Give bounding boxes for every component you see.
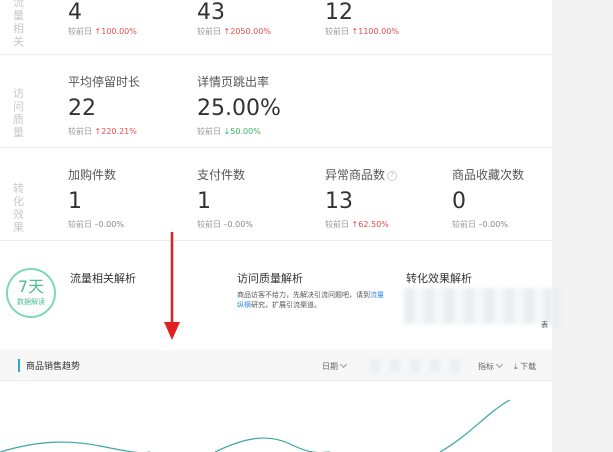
row-label-quality: 访问质量	[13, 87, 25, 139]
quality-row: 访问质量 平均停留时长 22 较前日 ↑220.21% 详情页跳出率 25.00…	[0, 55, 552, 148]
traffic-row: 流量相关 4 较前日 ↑100.00% 43 较前日 ↑2050.00% 12 …	[0, 0, 552, 55]
row-label-conversion: 转化效果	[13, 182, 25, 234]
sales-trend-panel: 商品销售趋势 日期 指标 ⤓ 下载	[0, 350, 552, 452]
metric-title: 详情页跳出率	[197, 75, 270, 89]
metric-value: 22	[68, 96, 96, 121]
metric-value: 1	[197, 189, 211, 214]
trend-header: 商品销售趋势 日期 指标 ⤓ 下载	[0, 350, 552, 381]
quality-analysis-title: 访问质量解析	[237, 272, 303, 285]
conversion-row: 转化效果 加购件数 1 较前日 –0.00% 支付件数 1 较前日 –0.00%…	[0, 148, 552, 241]
metric-avg-stay: 平均停留时长 22 较前日 ↑220.21%	[68, 73, 188, 137]
metric-cart-items: 加购件数 1 较前日 –0.00%	[68, 166, 188, 230]
metric-traffic-2: 43 较前日 ↑2050.00%	[197, 0, 317, 37]
blurred-edge	[552, 288, 560, 328]
metric-title: 平均停留时长	[68, 75, 141, 89]
red-arrow-annotation	[164, 232, 180, 340]
metric-traffic-3: 12 较前日 ↑1100.00%	[325, 0, 445, 37]
download-icon: ⤓	[514, 362, 518, 371]
seven-day-badge[interactable]: 7天 数据解读	[6, 268, 56, 318]
metric-abnormal-products: 异常商品数? 13 较前日 ↑62.50%	[325, 166, 445, 230]
date-selector[interactable]: 日期	[322, 360, 348, 372]
help-icon[interactable]: ?	[387, 171, 398, 181]
traffic-analysis-title: 流量相关解析	[70, 272, 136, 285]
metric-value: 4	[68, 0, 82, 25]
conversion-analysis-title: 转化效果解析	[406, 272, 472, 285]
sales-trend-chart	[0, 399, 511, 452]
edge-text: 表	[541, 321, 548, 329]
metric-compare: 较前日 ↑220.21%	[68, 127, 137, 136]
metric-compare: 较前日 ↑62.50%	[325, 220, 389, 229]
metric-bounce-rate: 详情页跳出率 25.00% 较前日 ↓50.00%	[197, 73, 317, 137]
metric-compare: 较前日 –0.00%	[68, 220, 124, 229]
quality-analysis-text: 商品访客不给力，先解决引流问题吧，请到流量纵横研究，扩展引流渠道。	[237, 291, 384, 309]
blurred-content	[404, 288, 552, 324]
metric-value: 1	[68, 189, 82, 214]
badge-caption: 数据解读	[17, 298, 45, 306]
trend-line	[0, 399, 511, 452]
product-analysis-page: 流量相关 4 较前日 ↑100.00% 43 较前日 ↑2050.00% 12 …	[0, 0, 613, 452]
metric-selector[interactable]: 指标	[478, 360, 504, 372]
chevron-down-icon	[495, 360, 504, 369]
blurred-date-range	[370, 359, 460, 373]
metric-compare: 较前日 –0.00%	[197, 220, 253, 229]
right-gutter	[552, 0, 613, 452]
analysis-section: 7天 数据解读 流量相关解析 访问质量解析 商品访客不给力，先解决引流问题吧，请…	[0, 246, 552, 342]
metric-compare: 较前日 ↓50.00%	[197, 127, 261, 136]
chevron-down-icon	[339, 360, 348, 369]
metric-title: 加购件数	[68, 168, 117, 182]
row-label-traffic: 流量相关	[13, 0, 25, 48]
metric-title: 支付件数	[197, 168, 246, 182]
badge-days: 7天	[17, 277, 45, 296]
metric-value: 25.00%	[197, 96, 281, 121]
metric-value: 13	[325, 189, 353, 214]
metric-compare: 较前日 ↑1100.00%	[325, 27, 399, 36]
metric-value: 43	[197, 0, 225, 25]
download-button[interactable]: ⤓ 下载	[514, 361, 536, 372]
metric-compare: 较前日 ↑100.00%	[68, 27, 137, 36]
metric-traffic-1: 4 较前日 ↑100.00%	[68, 0, 188, 37]
metric-value: 12	[325, 0, 353, 25]
metric-title: 异常商品数?	[325, 166, 445, 183]
metric-paid-items: 支付件数 1 较前日 –0.00%	[197, 166, 317, 230]
metric-compare: 较前日 ↑2050.00%	[197, 27, 271, 36]
trend-title: 商品销售趋势	[18, 359, 80, 372]
